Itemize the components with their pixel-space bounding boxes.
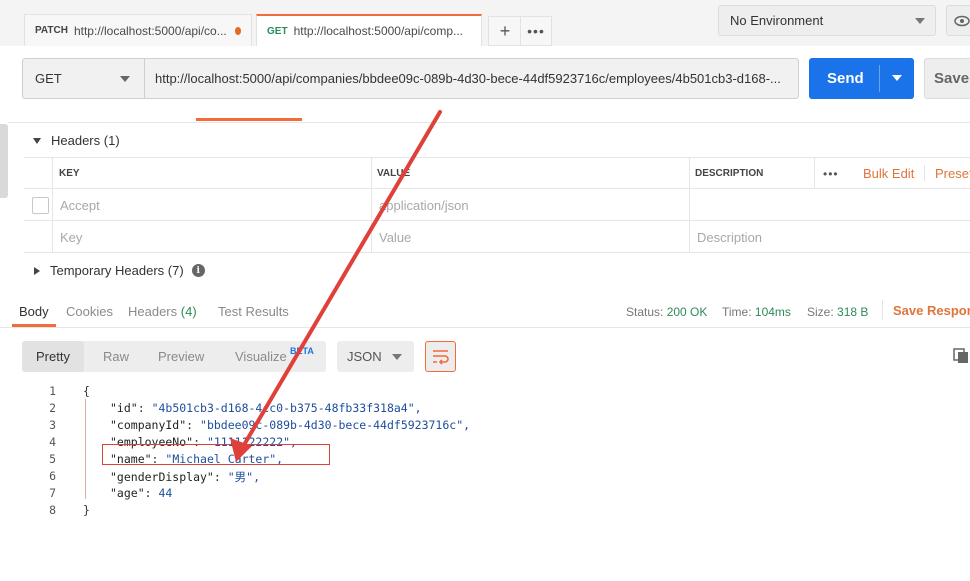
annotation-arrow-icon (230, 110, 442, 462)
